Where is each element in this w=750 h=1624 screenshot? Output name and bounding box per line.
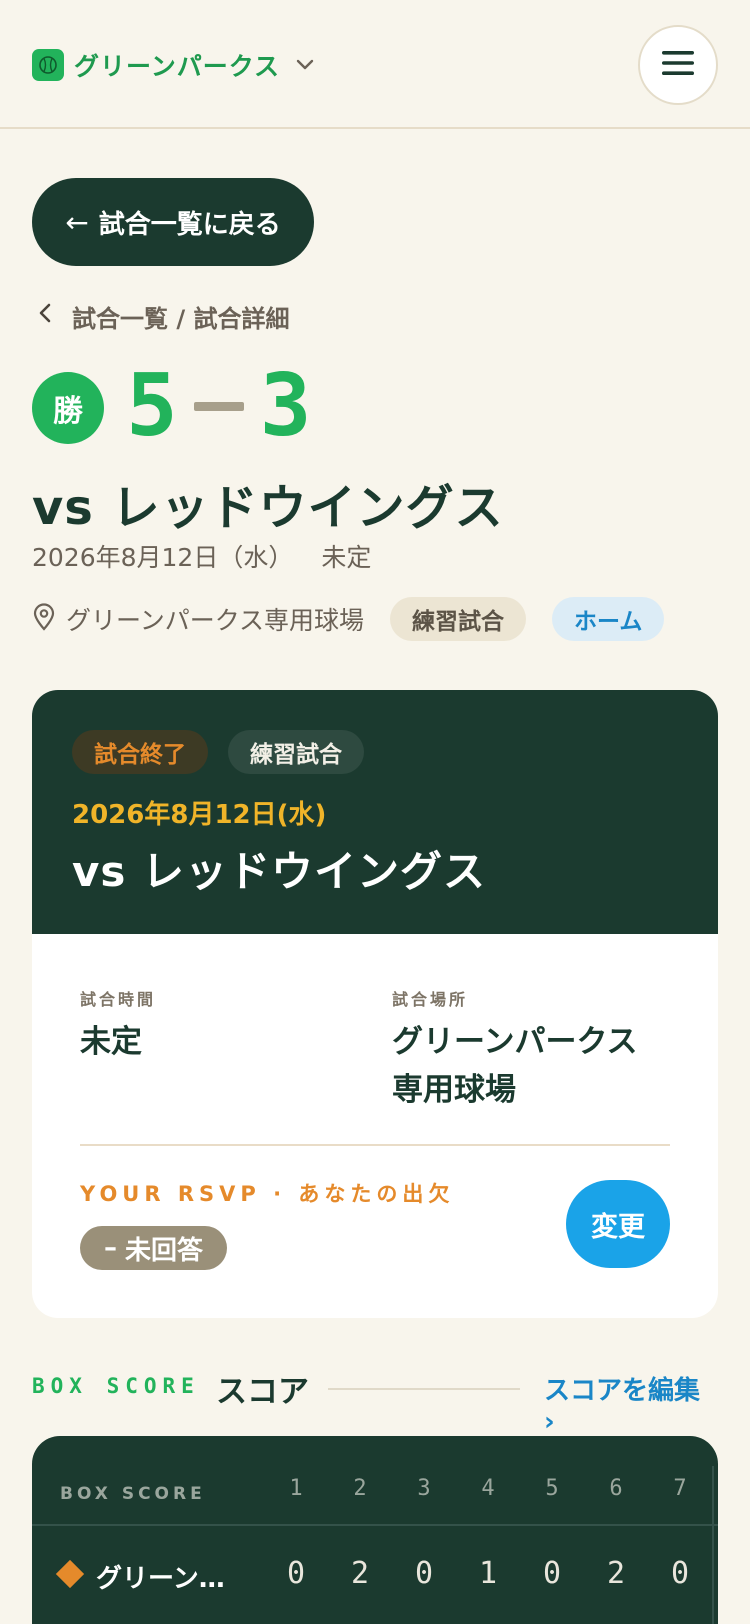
place-value: グリーンパークス 専用球場 — [392, 1018, 638, 1114]
score-dash — [193, 401, 244, 411]
team-marker-icon — [55, 1559, 85, 1589]
place-line-2: 専用球場 — [392, 1072, 516, 1108]
home-away-tag: ホーム — [552, 597, 665, 641]
inning-header: 2 — [353, 1476, 367, 1501]
card-opponent: vs レッドウイングス — [72, 847, 486, 896]
rsvp-status-badge: – 未回答 — [80, 1226, 228, 1270]
arrow-left-icon: ← — [65, 205, 89, 239]
table-column-separator — [712, 1466, 714, 1624]
inning-score: 1 — [478, 1556, 498, 1591]
box-score-table: BOX SCORE 1 2 3 4 5 6 7 グリーン… 0 2 0 1 0 … — [32, 1436, 718, 1624]
inning-header: 1 — [289, 1476, 303, 1501]
rsvp-change-button[interactable]: 変更 — [566, 1180, 670, 1268]
game-date-line: 2026年8月12日（水） 未定 — [32, 538, 371, 574]
status-badge: 試合終了 — [72, 730, 208, 774]
box-score-team-name: グリーン… — [96, 1564, 225, 1594]
inning-header: 4 — [481, 1476, 495, 1501]
rsvp-label: YOUR RSVP · あなたの出欠 — [80, 1182, 455, 1206]
box-score-eyebrow: BOX SCORE — [32, 1374, 200, 1398]
inning-header: 5 — [545, 1476, 559, 1501]
hamburger-icon — [660, 49, 696, 81]
venue-row: グリーンパークス専用球場 練習試合 ホーム — [32, 596, 665, 642]
baseball-icon — [32, 49, 64, 81]
back-button-label: 試合一覧に戻る — [98, 209, 281, 240]
breadcrumb[interactable]: 試合一覧 / 試合詳細 — [38, 298, 289, 334]
rsvp-dash: – — [104, 1233, 117, 1263]
game-time: 未定 — [321, 543, 372, 572]
time-label: 試合時間 — [80, 990, 157, 1009]
chevron-down-icon — [296, 56, 314, 75]
win-badge: 勝 — [32, 372, 104, 444]
menu-button[interactable] — [638, 25, 718, 105]
final-score: 5 3 — [126, 356, 312, 456]
venue-name: グリーンパークス専用球場 — [66, 606, 365, 635]
game-type-badge: 練習試合 — [228, 730, 364, 774]
card-date: 2026年8月12日(水) — [72, 800, 327, 830]
inning-score: 0 — [670, 1556, 690, 1591]
map-pin-icon — [32, 603, 56, 635]
edit-score-link[interactable]: スコアを編集 › — [544, 1370, 718, 1437]
rsvp-status-text: 未回答 — [125, 1235, 204, 1266]
table-row-separator — [32, 1524, 718, 1526]
inning-score: 0 — [414, 1556, 434, 1591]
team-name: グリーンパークス — [74, 52, 281, 81]
top-bar: グリーンパークス — [0, 0, 750, 129]
inning-header: 7 — [673, 1476, 687, 1501]
box-score-title: スコア — [216, 1374, 309, 1410]
back-to-list-button[interactable]: ← 試合一覧に戻る — [32, 178, 314, 266]
inning-score: 2 — [350, 1556, 370, 1591]
game-date: 2026年8月12日（水） — [32, 543, 294, 572]
game-type-tag: 練習試合 — [390, 597, 527, 641]
time-value: 未定 — [80, 1024, 142, 1060]
breadcrumb-path: 試合一覧 / 試合詳細 — [72, 304, 290, 333]
box-score-table-label: BOX SCORE — [60, 1484, 206, 1504]
place-label: 試合場所 — [392, 990, 469, 1009]
game-card: 試合終了 練習試合 2026年8月12日(水) vs レッドウイングス 試合時間… — [32, 690, 718, 1318]
inning-score: 2 — [606, 1556, 626, 1591]
inning-score: 0 — [542, 1556, 562, 1591]
opponent-title: vs レッドウイングス — [32, 480, 504, 536]
opponent-score: 3 — [259, 356, 312, 456]
section-rule — [328, 1388, 520, 1390]
inning-header: 3 — [417, 1476, 431, 1501]
chevron-left-icon[interactable] — [38, 302, 52, 330]
place-line-1: グリーンパークス — [392, 1024, 638, 1060]
team-switcher[interactable]: グリーンパークス — [32, 48, 314, 82]
card-divider — [80, 1144, 670, 1146]
inning-header: 6 — [609, 1476, 623, 1501]
inning-score: 0 — [286, 1556, 306, 1591]
game-card-header: 試合終了 練習試合 2026年8月12日(水) vs レッドウイングス — [32, 690, 718, 934]
team-score: 5 — [126, 356, 178, 456]
box-score-header: BOX SCORE スコア スコアを編集 › — [32, 1364, 718, 1437]
